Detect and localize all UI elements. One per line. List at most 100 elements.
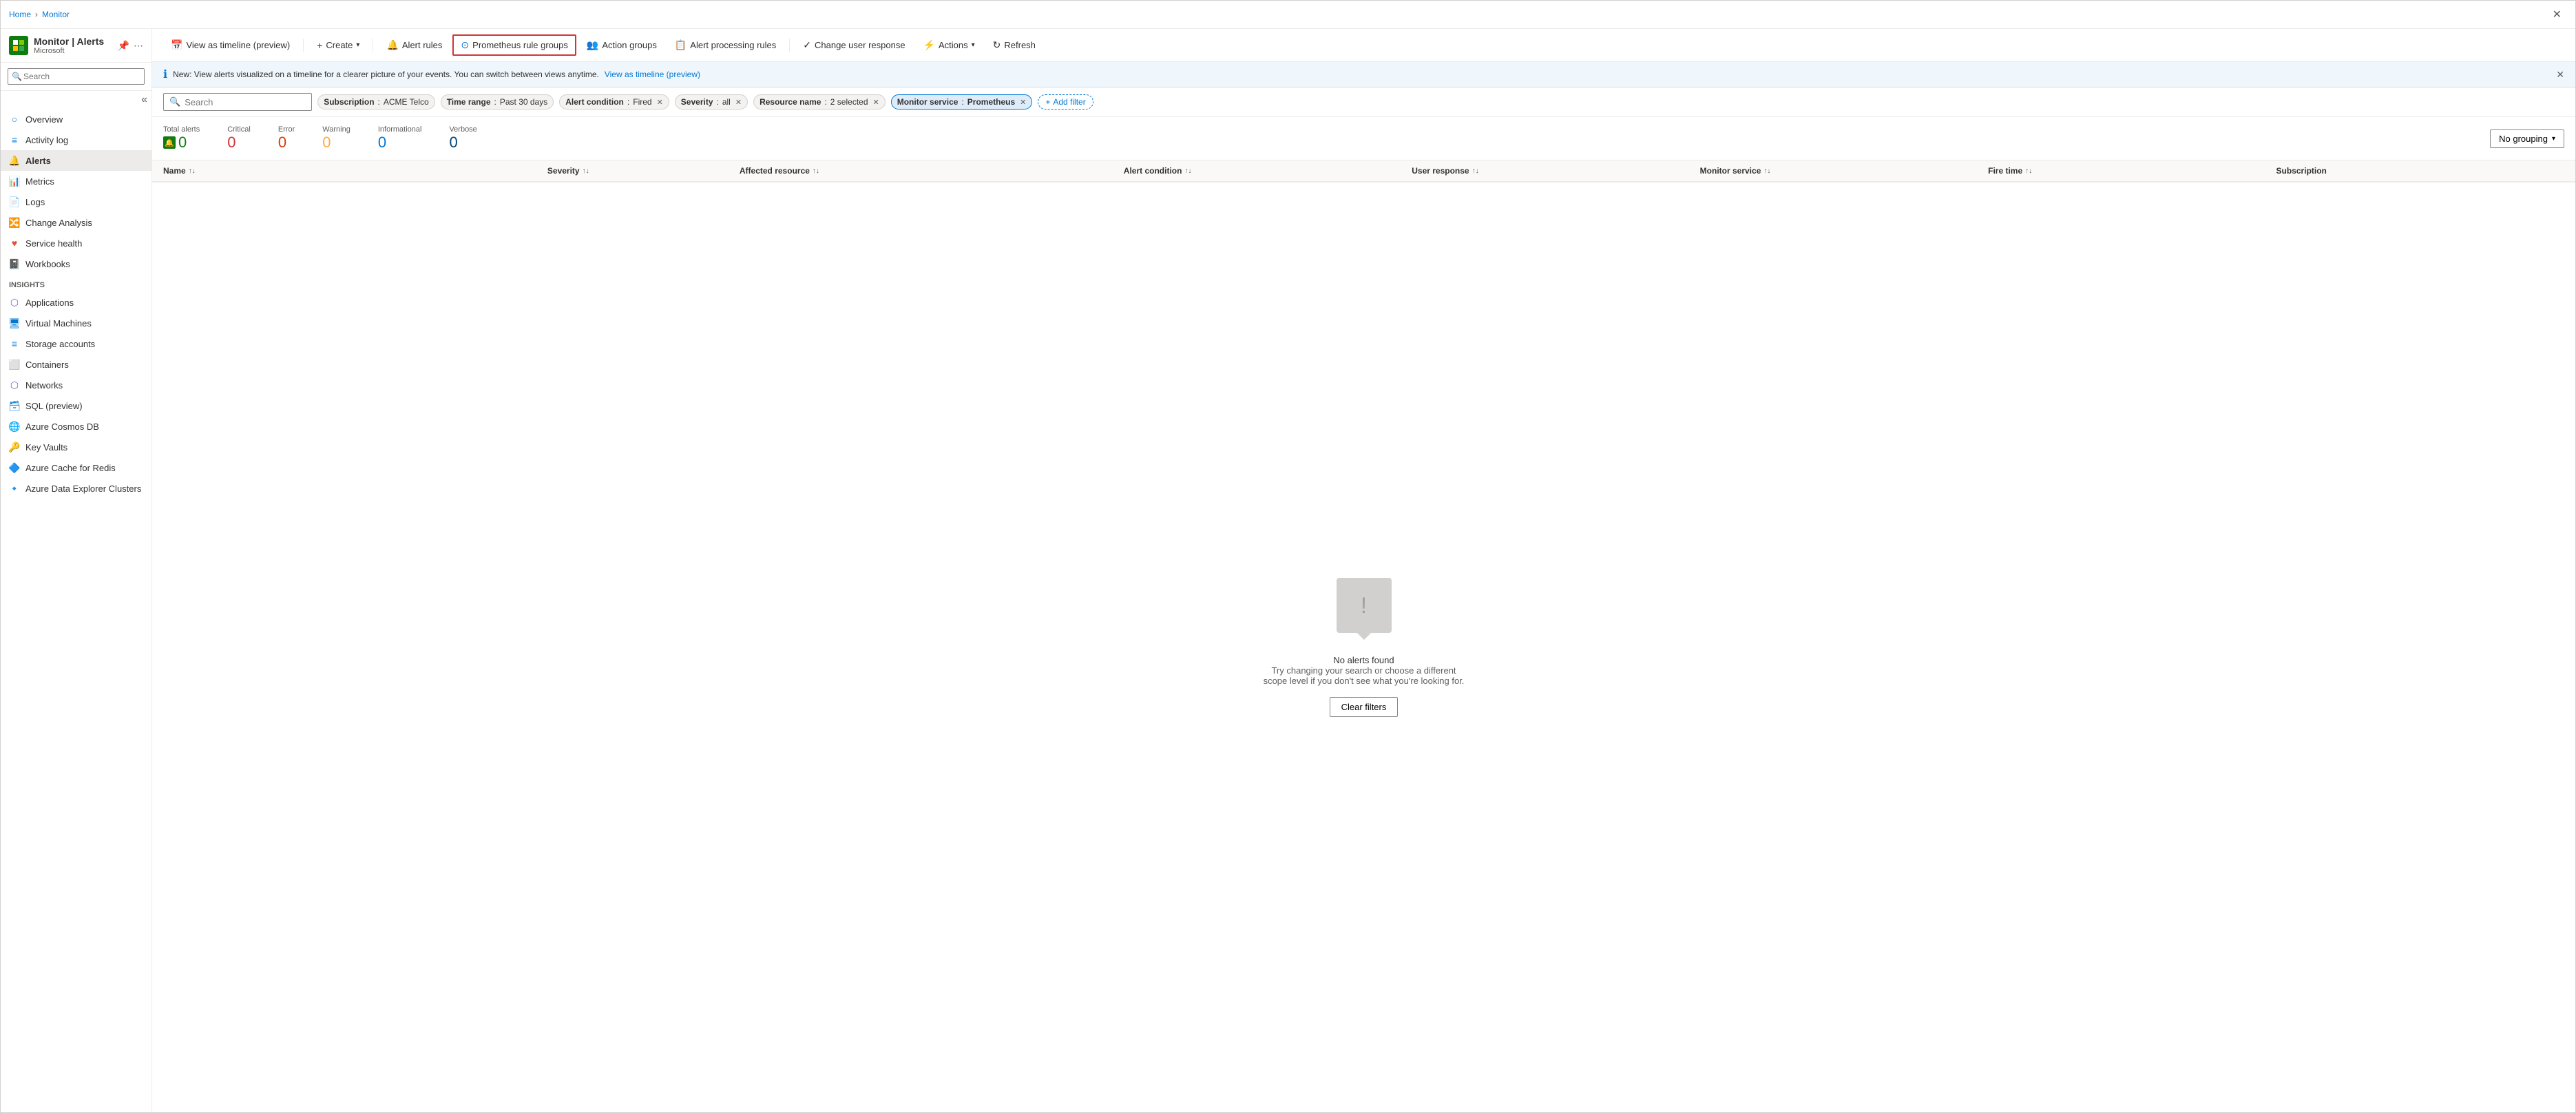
col-monitor-service[interactable]: Monitor service ↑↓ bbox=[1700, 166, 1988, 176]
actions-icon: ⚡ bbox=[923, 39, 935, 51]
col-name[interactable]: Name ↑↓ bbox=[163, 166, 547, 176]
resource-name-filter-chip[interactable]: Resource name : 2 selected ✕ bbox=[753, 94, 886, 110]
sidebar-item-overview[interactable]: ○ Overview bbox=[1, 109, 151, 129]
pin-button[interactable]: 📌 bbox=[118, 40, 129, 52]
create-dropdown-icon: ▾ bbox=[356, 41, 359, 49]
resource-name-filter-sep: : bbox=[824, 97, 826, 107]
monitor-service-filter-close[interactable]: ✕ bbox=[1020, 98, 1026, 107]
alert-processing-rules-button[interactable]: 📋 Alert processing rules bbox=[667, 35, 784, 55]
time-range-filter-sep: : bbox=[494, 97, 496, 107]
severity-filter-chip[interactable]: Severity : all ✕ bbox=[675, 94, 748, 110]
key-vaults-icon: 🔑 bbox=[9, 441, 20, 453]
overview-icon: ○ bbox=[9, 114, 20, 125]
sidebar-collapse-button[interactable]: « bbox=[141, 94, 147, 106]
col-alert-condition-label: Alert condition bbox=[1124, 166, 1182, 176]
sidebar-item-sql[interactable]: 🗃 SQL (preview) bbox=[1, 395, 151, 416]
more-button[interactable]: ⋯ bbox=[134, 40, 143, 52]
col-affected-resource[interactable]: Affected resource ↑↓ bbox=[740, 166, 1124, 176]
sidebar-item-storage-accounts[interactable]: ≡ Storage accounts bbox=[1, 333, 151, 354]
monitor-service-filter-value: Prometheus bbox=[967, 97, 1015, 107]
sidebar-label-change-analysis: Change Analysis bbox=[25, 218, 92, 228]
col-affected-resource-label: Affected resource bbox=[740, 166, 810, 176]
sidebar-item-alerts[interactable]: 🔔 Alerts bbox=[1, 150, 151, 171]
filter-search-input[interactable] bbox=[185, 97, 306, 107]
sidebar-label-containers: Containers bbox=[25, 360, 69, 370]
logs-icon: 📄 bbox=[9, 196, 20, 207]
sidebar-label-applications: Applications bbox=[25, 298, 74, 308]
verbose-stat: Verbose 0 bbox=[449, 125, 477, 152]
col-user-response-sort-icon: ↑↓ bbox=[1472, 167, 1479, 175]
sidebar-item-virtual-machines[interactable]: 🖥 Virtual Machines bbox=[1, 313, 151, 333]
col-user-response[interactable]: User response ↑↓ bbox=[1412, 166, 1699, 176]
critical-value: 0 bbox=[227, 134, 251, 152]
action-groups-button[interactable]: 👥 Action groups bbox=[579, 35, 664, 55]
sidebar-item-containers[interactable]: ⬜ Containers bbox=[1, 354, 151, 375]
alert-processing-icon: 📋 bbox=[675, 39, 687, 51]
breadcrumb-monitor[interactable]: Monitor bbox=[42, 10, 70, 19]
error-value: 0 bbox=[278, 134, 295, 152]
add-filter-button[interactable]: + Add filter bbox=[1038, 94, 1093, 110]
sidebar-item-metrics[interactable]: 📊 Metrics bbox=[1, 171, 151, 191]
grouping-dropdown[interactable]: No grouping ▾ bbox=[2490, 129, 2564, 148]
alert-rules-button[interactable]: 🔔 Alert rules bbox=[379, 35, 450, 55]
create-button[interactable]: + Create ▾ bbox=[309, 36, 367, 55]
empty-description: Try changing your search or choose a dif… bbox=[1261, 665, 1467, 686]
col-severity-label: Severity bbox=[547, 166, 580, 176]
monitor-service-filter-label: Monitor service bbox=[897, 97, 959, 107]
breadcrumb-home[interactable]: Home bbox=[9, 10, 31, 19]
sidebar-item-activity-log[interactable]: ≡ Activity log bbox=[1, 129, 151, 150]
change-user-response-button[interactable]: ✓ Change user response bbox=[795, 35, 912, 55]
sidebar-item-redis[interactable]: 🔷 Azure Cache for Redis bbox=[1, 457, 151, 478]
subscription-filter-label: Subscription bbox=[324, 97, 374, 107]
col-alert-condition[interactable]: Alert condition ↑↓ bbox=[1124, 166, 1412, 176]
sidebar-label-activity-log: Activity log bbox=[25, 135, 68, 145]
sidebar-item-logs[interactable]: 📄 Logs bbox=[1, 191, 151, 212]
sidebar-item-key-vaults[interactable]: 🔑 Key Vaults bbox=[1, 437, 151, 457]
alerts-summary: Total alerts 🔔 0 Critical 0 Error 0 Warn… bbox=[152, 117, 2575, 160]
total-alerts-icon: 🔔 bbox=[163, 136, 176, 149]
sidebar-item-cosmos-db[interactable]: 🌐 Azure Cosmos DB bbox=[1, 416, 151, 437]
sidebar-app-title: Monitor | Alerts bbox=[34, 36, 104, 47]
banner-link[interactable]: View as timeline (preview) bbox=[605, 70, 700, 79]
sidebar-search-input[interactable] bbox=[8, 68, 145, 85]
sidebar-item-service-health[interactable]: ♥ Service health bbox=[1, 233, 151, 253]
refresh-button[interactable]: ↻ Refresh bbox=[985, 35, 1043, 55]
sidebar-label-cosmos-db: Azure Cosmos DB bbox=[25, 422, 99, 432]
monitor-service-filter-chip[interactable]: Monitor service : Prometheus ✕ bbox=[891, 94, 1033, 110]
severity-filter-close[interactable]: ✕ bbox=[735, 98, 742, 107]
close-button[interactable]: ✕ bbox=[2547, 5, 2567, 24]
alerts-icon: 🔔 bbox=[9, 155, 20, 166]
sidebar-item-data-explorer[interactable]: 🔹 Azure Data Explorer Clusters bbox=[1, 478, 151, 499]
actions-dropdown-icon: ▾ bbox=[972, 41, 975, 49]
prometheus-icon: ⊙ bbox=[461, 39, 469, 51]
resource-name-filter-close[interactable]: ✕ bbox=[873, 98, 879, 107]
sidebar-item-applications[interactable]: ⬡ Applications bbox=[1, 292, 151, 313]
col-name-sort-icon: ↑↓ bbox=[189, 167, 196, 175]
breadcrumb-separator: › bbox=[35, 10, 38, 19]
view-timeline-button[interactable]: 📅 View as timeline (preview) bbox=[163, 35, 297, 55]
banner-close-button[interactable]: ✕ bbox=[2556, 69, 2564, 81]
prometheus-rule-groups-button[interactable]: ⊙ Prometheus rule groups bbox=[452, 34, 576, 56]
sidebar: Monitor | Alerts Microsoft 📌 ⋯ 🔍 « bbox=[1, 29, 152, 1112]
warning-label: Warning bbox=[322, 125, 350, 134]
clear-filters-button[interactable]: Clear filters bbox=[1330, 697, 1399, 717]
total-alerts-stat: Total alerts 🔔 0 bbox=[163, 125, 200, 152]
sidebar-item-change-analysis[interactable]: 🔀 Change Analysis bbox=[1, 212, 151, 233]
filter-search-box[interactable]: 🔍 bbox=[163, 93, 312, 111]
sidebar-item-workbooks[interactable]: 📓 Workbooks bbox=[1, 253, 151, 274]
actions-button[interactable]: ⚡ Actions ▾ bbox=[916, 35, 983, 55]
severity-filter-value: all bbox=[722, 97, 731, 107]
alert-condition-filter-close[interactable]: ✕ bbox=[657, 98, 663, 107]
banner-text: New: View alerts visualized on a timelin… bbox=[173, 70, 599, 79]
time-range-filter-chip[interactable]: Time range : Past 30 days bbox=[441, 94, 554, 110]
informational-value: 0 bbox=[378, 134, 422, 152]
sidebar-item-networks[interactable]: ⬡ Networks bbox=[1, 375, 151, 395]
col-fire-time[interactable]: Fire time ↑↓ bbox=[1988, 166, 2276, 176]
col-user-response-label: User response bbox=[1412, 166, 1469, 176]
col-severity[interactable]: Severity ↑↓ bbox=[547, 166, 740, 176]
resource-name-filter-value: 2 selected bbox=[830, 97, 868, 107]
time-range-filter-label: Time range bbox=[447, 97, 491, 107]
alert-condition-filter-chip[interactable]: Alert condition : Fired ✕ bbox=[559, 94, 669, 110]
col-fire-time-label: Fire time bbox=[1988, 166, 2022, 176]
subscription-filter-chip[interactable]: Subscription : ACME Telco bbox=[317, 94, 435, 110]
